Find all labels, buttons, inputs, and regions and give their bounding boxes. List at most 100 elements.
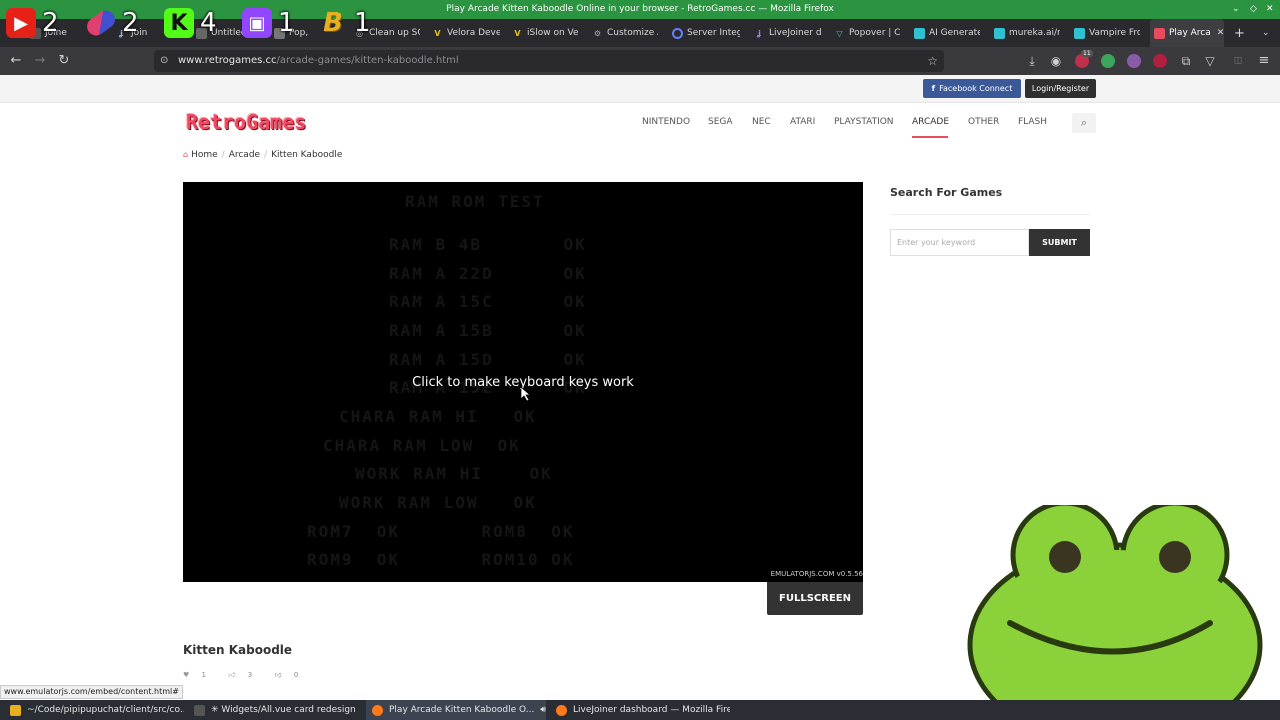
game-screen-line: RAM A 15D OK: [389, 350, 587, 369]
game-canvas[interactable]: RAM ROM TEST RAM B 4B OK RAM A 22D OK RA…: [183, 182, 863, 582]
minimize-icon[interactable]: ⌄: [1232, 0, 1240, 19]
status-link-preview: www.emulatorjs.com/embed/content.html#: [0, 685, 183, 699]
menu-nintendo[interactable]: NINTENDO: [642, 117, 690, 127]
game-screen-line: CHARA RAM LOW OK: [323, 436, 521, 455]
facebook-connect-button[interactable]: f Facebook Connect: [923, 79, 1021, 98]
search-icon[interactable]: ⌕: [1072, 113, 1096, 133]
thumbs-up-icon: 👍︎: [228, 671, 236, 679]
taskbar-item[interactable]: ✳ Widgets/All.vue card redesign: [188, 700, 360, 720]
game-screen-line: RAM A 22D OK: [389, 264, 587, 283]
submit-button[interactable]: SUBMIT: [1029, 229, 1090, 256]
thumbs-down-icon: 👎︎: [274, 671, 282, 679]
search-input[interactable]: Enter your keyword: [890, 229, 1029, 256]
badge-count: 1: [354, 8, 371, 38]
menu-atari[interactable]: ATARI: [790, 117, 815, 127]
menu-flash[interactable]: FLASH: [1018, 117, 1047, 127]
menu-sega[interactable]: SEGA: [708, 117, 733, 127]
menu-playstation[interactable]: PLAYSTATION: [834, 117, 894, 127]
badge-count: 4: [200, 8, 217, 38]
game-screen-line: RAM A 15B OK: [389, 321, 587, 340]
site-info-icon[interactable]: ⊙: [160, 50, 168, 72]
tab[interactable]: Vampire Fro: [1074, 19, 1140, 47]
tab-label: Vampire Fro: [1089, 28, 1140, 38]
dislike-stat[interactable]: 👎︎ 0: [274, 671, 308, 679]
fullscreen-button[interactable]: FULLSCREEN: [767, 582, 863, 615]
emulator-version[interactable]: EMULATORJS.COM v0.5.56: [771, 570, 863, 578]
tab-active[interactable]: Play Arca ✕: [1150, 19, 1224, 47]
url-bar[interactable]: ⊙ www.retrogames.cc/arcade-games/kitten-…: [154, 50, 944, 72]
bookmark-star-icon[interactable]: ☆: [927, 50, 938, 72]
close-window-icon[interactable]: ✕: [1266, 0, 1274, 19]
heart-icon: ♥: [183, 671, 190, 679]
tab-label: AI Generate: [929, 28, 980, 38]
tab-label: Play Arca: [1169, 28, 1211, 38]
extension-icon[interactable]: [1153, 54, 1167, 68]
taskbar: ~/Code/pipipupuchat/client/src/co... ✳ W…: [0, 700, 1280, 720]
extensions-puzzle-icon[interactable]: ⧉: [1176, 51, 1196, 71]
tab[interactable]: V Velora Deve: [432, 19, 500, 47]
tab[interactable]: ▽ Popover | C: [834, 19, 902, 47]
game-screen-line: ROM7 OK ROM8 OK: [307, 522, 575, 541]
vue-devtools-icon[interactable]: ▽: [1200, 51, 1220, 71]
youtube-icon: ▶: [6, 8, 36, 38]
taskbar-item[interactable]: LiveJoiner dashboard — Mozilla Fire...: [550, 700, 730, 720]
game-title: Kitten Kaboodle: [183, 643, 293, 657]
menu-icon[interactable]: ≡: [1254, 51, 1274, 71]
taskbar-item-active[interactable]: Play Arcade Kitten Kaboodle O... 🔊︎: [366, 700, 546, 720]
tab-list-icon[interactable]: ⌄: [1262, 19, 1274, 47]
game-screen-line: RAM A 15C OK: [389, 292, 587, 311]
favorite-stat[interactable]: 👍︎ 3: [228, 671, 262, 679]
reload-icon[interactable]: ↻: [54, 51, 74, 71]
tab-label: Velora Deve: [447, 28, 500, 38]
new-tab-icon[interactable]: +: [1234, 19, 1248, 47]
twitch-icon: ▣: [242, 8, 272, 38]
game-screen-line: WORK RAM HI OK: [355, 464, 553, 483]
taskbar-item[interactable]: ~/Code/pipipupuchat/client/src/co...: [4, 700, 184, 720]
tab[interactable]: mureka.ai/r: [994, 19, 1060, 47]
firefox-icon: [556, 704, 567, 716]
game-screen-line: RAM ROM TEST: [405, 192, 545, 211]
tab-label: Customize A: [607, 28, 658, 38]
tab[interactable]: ʝ LiveJoiner d: [754, 19, 822, 47]
downloads-icon[interactable]: ⤓: [1022, 51, 1042, 71]
menu-arcade[interactable]: ARCADE: [912, 117, 949, 127]
menu-nec[interactable]: NEC: [752, 117, 771, 127]
frog-mascot-image: [967, 505, 1263, 720]
login-register-button[interactable]: Login/Register: [1025, 79, 1096, 98]
like-stat[interactable]: ♥ 1: [183, 671, 216, 679]
facebook-icon: f: [931, 84, 936, 93]
tab[interactable]: ViSlow on Vel: [512, 19, 578, 47]
menu-other[interactable]: OTHER: [968, 117, 999, 127]
game-screen-line: RAM B 4B OK: [389, 235, 587, 254]
close-tab-icon[interactable]: ✕: [1217, 28, 1224, 38]
navigation-bar: ← → ↻ ⊙ www.retrogames.cc/arcade-games/k…: [0, 47, 1280, 75]
extension-icon[interactable]: ◫: [1228, 51, 1248, 71]
url-text[interactable]: www.retrogames.cc/arcade-games/kitten-ka…: [178, 50, 459, 72]
mouse-cursor-icon: [521, 387, 531, 401]
tab-label: mureka.ai/r: [1009, 28, 1060, 38]
back-icon[interactable]: ←: [6, 51, 26, 71]
badge-count: 1: [278, 8, 295, 38]
tab[interactable]: ⚙ Customize A: [592, 19, 658, 47]
tab-label: Clean up SC: [369, 28, 420, 38]
active-menu-underline: [912, 136, 948, 138]
overlay-badge: B 1: [318, 6, 371, 40]
extension-icon[interactable]: [1127, 54, 1141, 68]
forward-icon[interactable]: →: [30, 51, 50, 71]
game-screen-line: WORK RAM LOW OK: [339, 493, 537, 512]
window-title: Play Arcade Kitten Kaboodle Online in yo…: [446, 4, 834, 14]
overlay-badge: 2: [83, 6, 139, 40]
sidebar-title: Search For Games: [890, 186, 1003, 199]
extension-icon[interactable]: [1101, 54, 1115, 68]
breadcrumb-home[interactable]: Home: [191, 150, 218, 160]
game-screen-line: ROM9 OK ROM10 OK: [307, 550, 575, 569]
overlay-badge: ▣ 1: [242, 6, 295, 40]
site-logo[interactable]: RetroGames: [186, 110, 306, 134]
account-icon[interactable]: ◉: [1046, 51, 1066, 71]
breadcrumb-arcade[interactable]: Arcade: [229, 150, 260, 160]
b-logo-icon: B: [323, 8, 343, 38]
divider: [890, 214, 1090, 215]
tab[interactable]: AI Generate: [914, 19, 980, 47]
maximize-icon[interactable]: ◇: [1250, 0, 1257, 19]
tab[interactable]: Server Integ: [672, 19, 740, 47]
